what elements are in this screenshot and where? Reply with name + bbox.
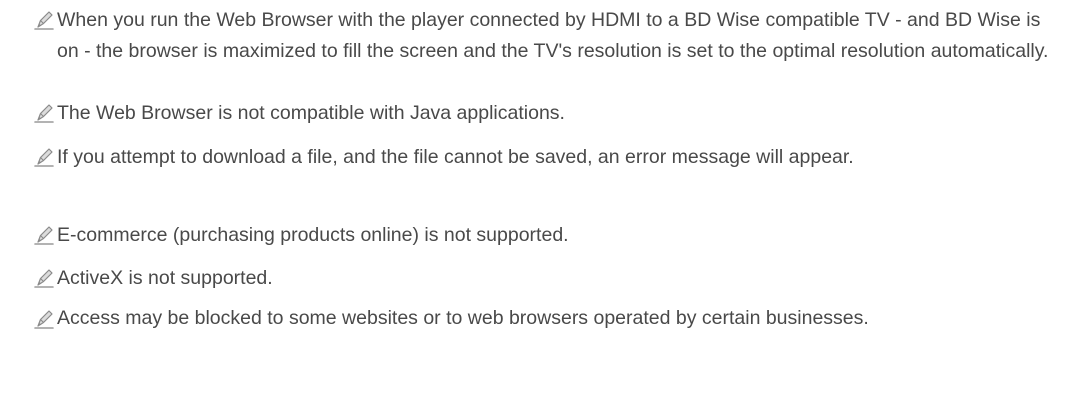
note-text: The Web Browser is not compatible with J… <box>57 102 565 124</box>
page: { "notes": [ { "icon": "pencil-note-icon… <box>0 0 1080 409</box>
pencil-note-icon <box>33 267 55 289</box>
note-text: When you run the Web Browser with the pl… <box>57 9 1049 62</box>
pencil-note-icon <box>33 308 55 330</box>
pencil-note-icon <box>33 9 55 31</box>
note-text: Access may be blocked to some websites o… <box>57 307 869 329</box>
note-text: If you attempt to download a file, and t… <box>57 146 854 168</box>
note-text: ActiveX is not supported. <box>57 267 273 289</box>
pencil-note-icon <box>33 146 55 168</box>
pencil-note-icon <box>33 224 55 246</box>
note-text: E-commerce (purchasing products online) … <box>57 224 569 246</box>
pencil-note-icon <box>33 102 55 124</box>
